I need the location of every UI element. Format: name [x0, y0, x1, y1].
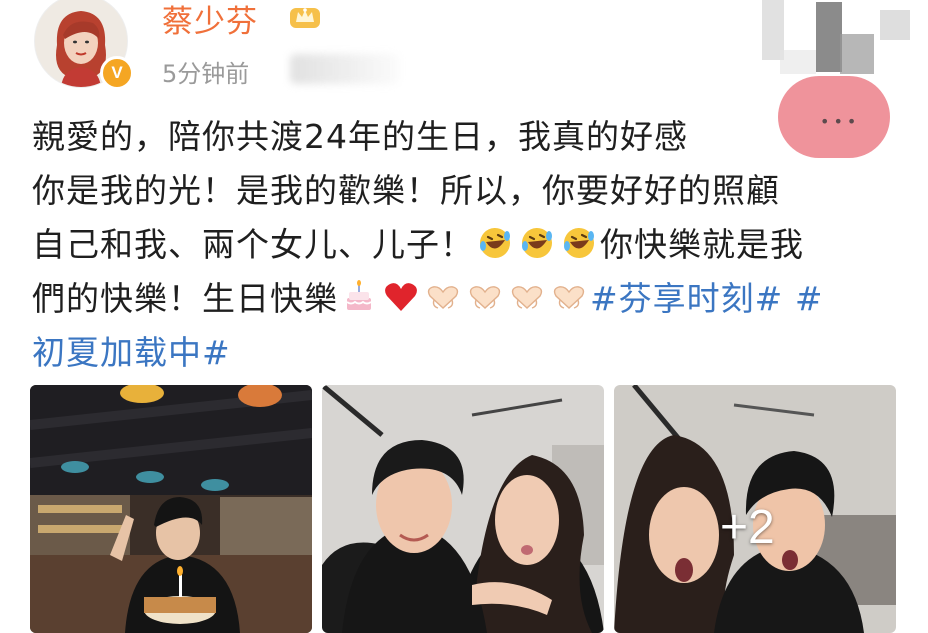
blurred-source — [290, 54, 400, 84]
post-line-3-tail: 你快樂就是我 — [600, 225, 804, 264]
post-timestamp: 5分钟前 — [162, 60, 250, 88]
heart-hands-icon — [508, 278, 546, 316]
birthday-cake-icon — [340, 278, 378, 316]
post-line-4-text: 們的快樂！生日快樂 — [32, 279, 338, 318]
post-line-3: 自己和我、兩个女儿、儿子！ 你快樂就是我 — [32, 218, 902, 272]
author-name[interactable]: 蔡少芬 — [162, 0, 258, 41]
post-line-2: 你是我的光！是我的歡樂！所以，你要好好的照顧 — [32, 171, 780, 210]
verified-badge-icon: V — [100, 56, 134, 90]
photo-birthday-cake[interactable] — [30, 385, 312, 633]
heart-hands-icon — [466, 278, 504, 316]
rofl-icon — [560, 224, 598, 262]
hashtag-early-summer-start[interactable]: # — [795, 279, 824, 318]
red-heart-icon — [382, 278, 420, 316]
photo-couple-selfie[interactable] — [322, 385, 604, 633]
heart-hands-icon — [424, 278, 462, 316]
rofl-icon — [518, 224, 556, 262]
heart-hands-icon — [550, 278, 588, 316]
crown-icon — [288, 2, 322, 30]
post-line-1: 親愛的，陪你共渡24年的生日，我真的好感 — [32, 117, 688, 156]
rofl-icon — [476, 224, 514, 262]
hashtag-fen-moments[interactable]: #芬享时刻# — [590, 279, 783, 318]
more-photos-count[interactable]: +2 — [720, 500, 775, 555]
hashtag-early-summer[interactable]: 初夏加载中# — [32, 333, 231, 372]
post-body: 親愛的，陪你共渡24年的生日，我真的好感 你是我的光！是我的歡樂！所以，你要好好… — [32, 110, 902, 380]
post-line-5: 初夏加载中# — [32, 326, 902, 380]
weibo-post: V 蔡少芬 5分钟前 ••• 親愛的，陪你共渡24年的生日，我真的好感 你是我的… — [0, 0, 928, 633]
post-line-4: 們的快樂！生日快樂 #芬享时刻# # — [32, 272, 902, 326]
post-line-3-text: 自己和我、兩个女儿、儿子！ — [32, 225, 474, 264]
